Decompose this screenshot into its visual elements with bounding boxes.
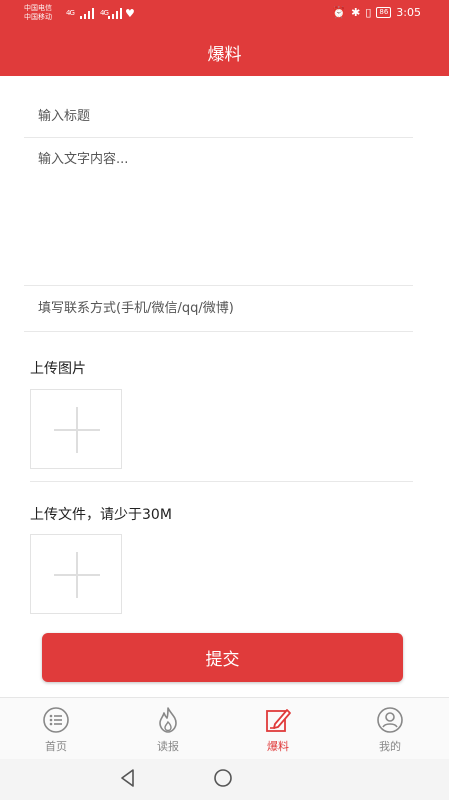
upload-file-button[interactable] — [30, 534, 122, 614]
submit-button[interactable]: 提交 — [42, 633, 403, 682]
home-circle-icon[interactable] — [212, 767, 234, 789]
upload-image-label: 上传图片 — [30, 361, 86, 377]
tab-label: 爆料 — [267, 740, 289, 753]
tab-label: 读报 — [157, 740, 179, 753]
tab-report[interactable]: 爆料 — [238, 704, 318, 754]
title-input[interactable] — [24, 96, 413, 136]
title-row — [24, 96, 413, 138]
upload-file-label: 上传文件，请少于30M — [30, 507, 172, 523]
status-bar: 中国电信 中国移动 4G 4G ♥ ⏰ ✱ ▯ 86 3:05 — [0, 0, 449, 28]
carrier-names: 中国电信 中国移动 — [24, 4, 52, 22]
status-right: ⏰ ✱ ▯ 86 3:05 — [332, 6, 421, 19]
battery-indicator: 86 — [376, 7, 392, 18]
plus-icon-vertical — [76, 407, 78, 453]
carrier-2: 中国移动 — [24, 13, 52, 21]
vibrate-icon: ▯ — [365, 6, 372, 19]
signal-bars-1-icon — [80, 8, 94, 19]
signal-1-label: 4G — [66, 9, 75, 17]
alarm-icon: ⏰ — [332, 6, 347, 19]
content-row — [24, 138, 413, 286]
bluetooth-icon: ✱ — [351, 6, 361, 19]
page-title: 爆料 — [207, 44, 242, 65]
signal-bars-2-icon — [108, 8, 122, 19]
back-icon[interactable] — [117, 767, 139, 789]
tab-read[interactable]: 读报 — [128, 704, 208, 754]
plus-icon-vertical — [76, 552, 78, 598]
content-textarea[interactable] — [24, 138, 413, 284]
title-bar: 爆料 — [0, 28, 449, 76]
contact-row — [24, 286, 413, 332]
upload-image-button[interactable] — [30, 389, 122, 469]
flame-icon — [159, 707, 177, 733]
tab-label: 我的 — [379, 740, 401, 753]
contact-input[interactable] — [24, 286, 413, 330]
carrier-1: 中国电信 — [24, 4, 52, 12]
home-list-icon — [43, 707, 69, 733]
tab-mine[interactable]: 我的 — [350, 704, 430, 754]
system-nav-bar — [0, 759, 449, 800]
tab-home[interactable]: 首页 — [16, 704, 96, 754]
section-divider — [30, 481, 413, 482]
heart-icon: ♥ — [125, 7, 135, 20]
user-icon — [377, 707, 403, 733]
edit-icon — [266, 709, 291, 732]
bottom-tab-bar: 首页 读报 爆料 我的 — [0, 697, 449, 759]
tab-label: 首页 — [45, 740, 67, 753]
signal-2-label: 4G — [100, 9, 109, 17]
clock: 3:05 — [396, 6, 421, 19]
